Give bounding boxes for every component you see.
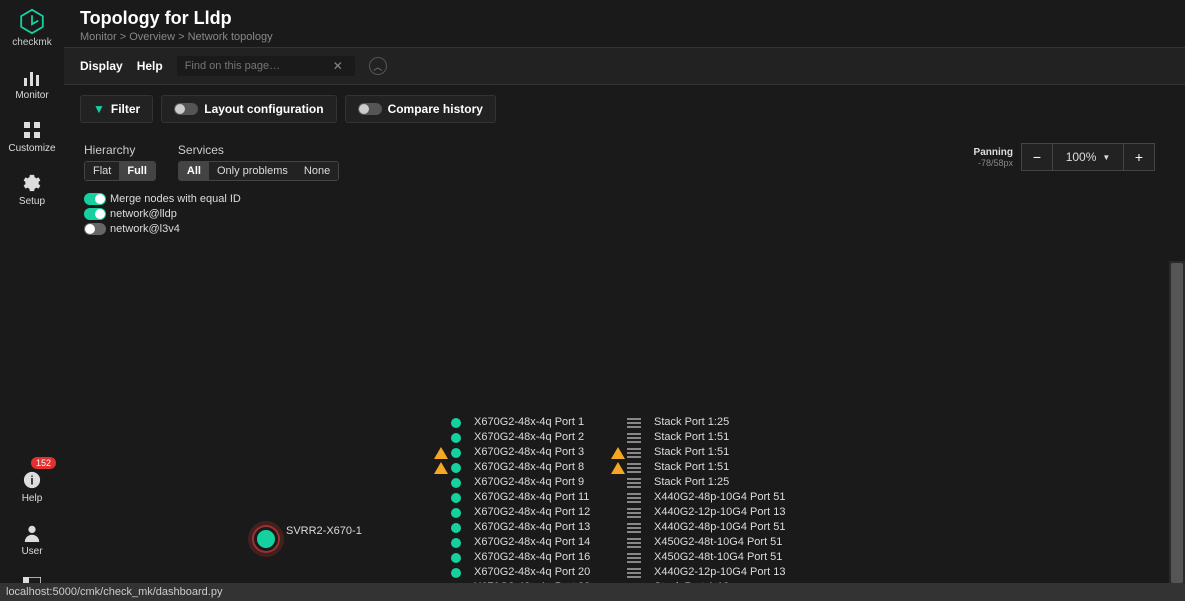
toggle-icon	[174, 103, 198, 115]
title-bar: Topology for Lldp Monitor > Overview > N…	[64, 0, 1185, 47]
warning-icon	[611, 462, 625, 474]
zoom-level[interactable]: 100%▼	[1053, 143, 1123, 171]
port-right-label: X440G2-12p-10G4 Port 13	[654, 566, 785, 578]
port-node[interactable]	[451, 418, 461, 428]
menu-display[interactable]: Display	[80, 59, 123, 73]
port-node[interactable]	[451, 553, 461, 563]
port-right-label: Stack Port 1:51	[654, 461, 729, 473]
nav-help[interactable]: 152 i Help	[0, 461, 64, 514]
menu-help[interactable]: Help	[137, 59, 163, 73]
logo[interactable]: checkmk	[12, 8, 52, 48]
switch-icon[interactable]	[627, 433, 641, 443]
user-icon	[23, 524, 41, 542]
bars-icon	[22, 70, 42, 86]
zoom-info: Panning -78/58px	[974, 147, 1013, 168]
port-node[interactable]	[451, 448, 461, 458]
chevron-down-icon: ▼	[1102, 153, 1110, 162]
switch-icon[interactable]	[627, 568, 641, 578]
clear-icon[interactable]: ✕	[327, 59, 349, 73]
scrollbar[interactable]	[1169, 261, 1185, 583]
port-left-label: X670G2-48x-4q Port 13	[474, 521, 590, 533]
sidebar: checkmk Monitor Customize Setup 152 i He…	[0, 0, 64, 601]
search-wrap: ✕	[177, 56, 355, 76]
nav-setup[interactable]: Setup	[0, 164, 64, 217]
root-node[interactable]	[254, 527, 278, 551]
button-bar: ▼Filter Layout configuration Compare his…	[64, 85, 1185, 133]
warning-icon	[611, 447, 625, 459]
status-bar: localhost:5000/cmk/check_mk/dashboard.py	[0, 583, 1185, 601]
port-left-label: X670G2-48x-4q Port 14	[474, 536, 590, 548]
port-right-label: X440G2-12p-10G4 Port 13	[654, 506, 785, 518]
port-node[interactable]	[451, 508, 461, 518]
port-right-label: X440G2-48p-10G4 Port 51	[654, 521, 785, 533]
port-left-label: X670G2-48x-4q Port 3	[474, 446, 584, 458]
port-left-label: X670G2-48x-4q Port 20	[474, 566, 590, 578]
info-icon: i	[23, 471, 41, 489]
switch-icon[interactable]	[627, 523, 641, 533]
svg-text:i: i	[30, 475, 33, 488]
port-left-label: X670G2-48x-4q Port 2	[474, 431, 584, 443]
content: Hierarchy Flat Full Services All Only pr…	[64, 133, 1185, 601]
port-right-label: Stack Port 1:25	[654, 476, 729, 488]
nav-monitor[interactable]: Monitor	[0, 60, 64, 111]
switch-icon[interactable]	[627, 463, 641, 473]
nav-customize[interactable]: Customize	[0, 111, 64, 164]
port-left-label: X670G2-48x-4q Port 16	[474, 551, 590, 563]
topology-canvas[interactable]	[64, 133, 364, 283]
switch-icon[interactable]	[627, 508, 641, 518]
switch-icon[interactable]	[627, 478, 641, 488]
filter-icon: ▼	[93, 102, 105, 116]
zoom-out-button[interactable]: −	[1021, 143, 1053, 171]
port-node[interactable]	[451, 433, 461, 443]
port-left-label: X670G2-48x-4q Port 9	[474, 476, 584, 488]
root-label: SVRR2-X670-1	[286, 525, 362, 537]
menu-bar: Display Help ✕ ︿	[64, 47, 1185, 85]
switch-icon[interactable]	[627, 448, 641, 458]
port-node[interactable]	[451, 568, 461, 578]
warning-icon	[434, 462, 448, 474]
port-node[interactable]	[451, 523, 461, 533]
switch-icon[interactable]	[627, 493, 641, 503]
layout-button[interactable]: Layout configuration	[161, 95, 336, 123]
port-node[interactable]	[451, 463, 461, 473]
port-right-label: X440G2-48p-10G4 Port 51	[654, 491, 785, 503]
port-node[interactable]	[451, 478, 461, 488]
port-left-label: X670G2-48x-4q Port 8	[474, 461, 584, 473]
zoom-buttons: − 100%▼ +	[1021, 143, 1155, 171]
port-left-label: X670G2-48x-4q Port 1	[474, 416, 584, 428]
search-input[interactable]	[177, 56, 327, 76]
help-badge: 152	[31, 457, 56, 469]
port-node[interactable]	[451, 493, 461, 503]
switch-icon[interactable]	[627, 553, 641, 563]
nav-user[interactable]: User	[0, 514, 64, 567]
switch-icon[interactable]	[627, 538, 641, 548]
grid-icon	[23, 121, 41, 139]
port-right-label: X450G2-48t-10G4 Port 51	[654, 551, 782, 563]
main: Topology for Lldp Monitor > Overview > N…	[64, 0, 1185, 601]
toggle-icon	[358, 103, 382, 115]
breadcrumb: Monitor > Overview > Network topology	[80, 31, 1169, 43]
warning-icon	[434, 447, 448, 459]
port-right-label: Stack Port 1:51	[654, 446, 729, 458]
scrollbar-thumb[interactable]	[1171, 263, 1183, 583]
port-right-label: Stack Port 1:51	[654, 431, 729, 443]
page-title: Topology for Lldp	[80, 8, 1169, 29]
port-right-label: X450G2-48t-10G4 Port 51	[654, 536, 782, 548]
gear-icon	[23, 174, 41, 192]
zoom-panel: Panning -78/58px − 100%▼ +	[974, 143, 1155, 171]
chevron-up-icon[interactable]: ︿	[369, 57, 387, 75]
zoom-in-button[interactable]: +	[1123, 143, 1155, 171]
port-right-label: Stack Port 1:25	[654, 416, 729, 428]
compare-button[interactable]: Compare history	[345, 95, 496, 123]
switch-icon[interactable]	[627, 418, 641, 428]
filter-button[interactable]: ▼Filter	[80, 95, 153, 123]
port-left-label: X670G2-48x-4q Port 11	[474, 491, 589, 503]
port-left-label: X670G2-48x-4q Port 12	[474, 506, 590, 518]
port-node[interactable]	[451, 538, 461, 548]
brand-text: checkmk	[12, 37, 51, 48]
